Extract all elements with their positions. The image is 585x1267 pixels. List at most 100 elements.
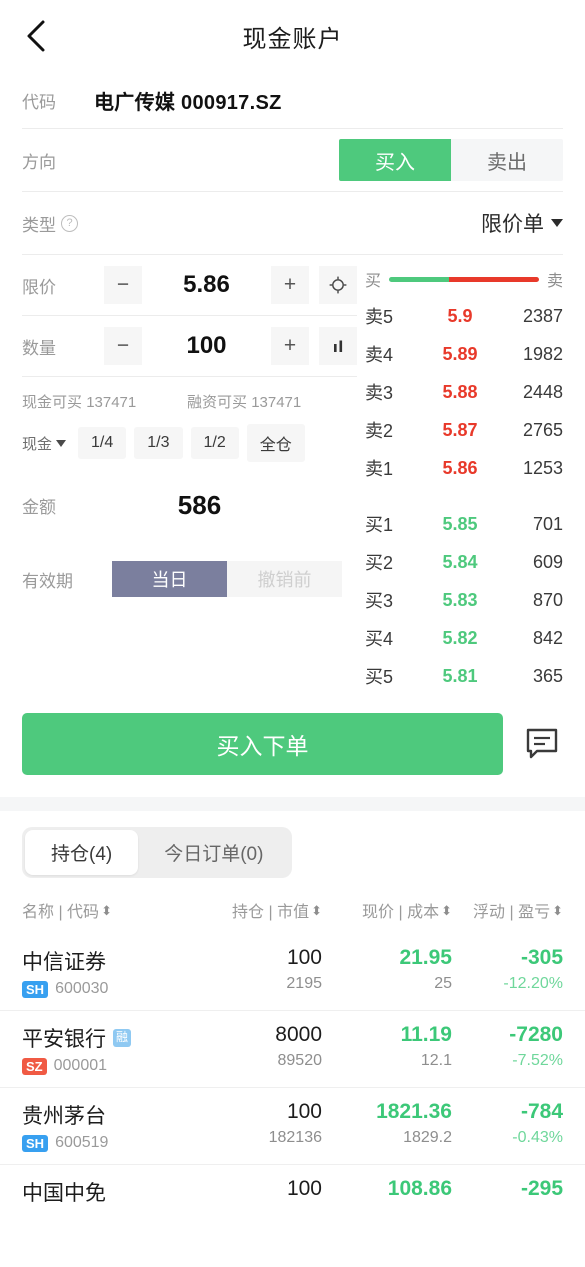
chat-bubble-icon[interactable] [521,723,563,765]
caret-down-icon [56,439,67,447]
quick-third-button[interactable]: 1/3 [134,427,183,459]
direction-sell-tab[interactable]: 卖出 [451,139,563,181]
col-name-code-label: 名称 | 代码 [22,904,100,921]
table-row[interactable]: 贵州茅台 SH 600519 100 182136 1821.36 1829.2… [0,1087,585,1164]
col-name-code[interactable]: 名称 | 代码 ⬍ [22,898,192,922]
holding-market-value: 182136 [268,1129,322,1146]
quick-quarter-button[interactable]: 1/4 [78,427,127,459]
direction-segmented-control: 买入 卖出 [339,139,563,181]
order-book-row[interactable]: 买3 5.83 870 [365,581,563,619]
tab-today-orders[interactable]: 今日订单(0) [138,830,289,875]
exchange-badge: SH [22,1134,49,1152]
holding-code: 600519 [55,1134,109,1151]
order-book-row[interactable]: 买5 5.81 365 [365,657,563,695]
validity-gtc-tab[interactable]: 撤销前 [227,561,342,597]
holding-pnl: -784 [520,1100,563,1123]
order-book-row[interactable]: 卖3 5.88 2448 [365,373,563,411]
bid-volume: 609 [532,551,563,572]
tab-holdings[interactable]: 持仓(4) [25,830,139,875]
ask-price: 5.88 [442,381,478,402]
holding-name: 平安银行 [22,1028,106,1051]
crosshair-target-icon[interactable] [319,266,357,304]
holding-price: 11.19 [400,1023,452,1046]
trade-order-screen: 现金账户 代码 电广传媒 000917.SZ 方向 买入 卖出 类型 ? 限价单… [0,0,585,1267]
amount-label: 金额 [22,497,56,517]
ask-volume: 2765 [522,419,563,440]
bar-chart-icon[interactable] [319,327,357,365]
table-row[interactable]: 中信证券 SH 600030 100 2195 21.95 25 -305 -1… [0,934,585,1010]
quantity-value[interactable]: 100 [142,332,271,360]
ask-volume: 1253 [522,457,563,478]
bid-price: 5.84 [442,551,478,572]
place-buy-order-button[interactable]: 买入下单 [22,713,503,775]
price-increment-button[interactable]: + [271,266,309,304]
order-book-row[interactable]: 卖2 5.87 2765 [365,411,563,449]
bid-tag: 买3 [365,591,394,611]
order-book-header: 买 卖 [365,255,563,297]
holding-position: 8000 [275,1023,322,1046]
chevron-left-icon [27,20,45,52]
bid-tag: 买4 [365,629,394,649]
direction-buy-tab[interactable]: 买入 [339,139,451,181]
holding-pnl: -295 [520,1177,563,1200]
holding-code: 000001 [53,1057,108,1074]
holding-cost: 1829.2 [403,1129,452,1146]
col-position-value[interactable]: 持仓 | 市值 ⬍ [192,898,322,922]
price-value[interactable]: 5.86 [142,271,271,299]
cash-available-label: 现金可买 [22,394,83,411]
question-mark-icon[interactable]: ? [61,214,78,232]
holding-name: 贵州茅台 [22,1105,106,1128]
order-form: 限价 − 5.86 + 数量 − 100 + 现金可买 137471 融资可买 … [0,255,365,695]
account-type-selector[interactable]: 现金 [22,433,67,454]
holding-price: 1821.36 [376,1100,452,1123]
ask-tag: 卖1 [365,459,394,479]
holdings-tabs: 持仓(4) 今日订单(0) [0,811,585,888]
order-and-book: 限价 − 5.86 + 数量 − 100 + 现金可买 137471 融资可买 … [0,255,585,695]
quick-all-button[interactable]: 全仓 [246,424,305,462]
order-type-select[interactable]: 限价单 [481,208,563,238]
order-book-row[interactable]: 卖5 5.9 2387 [365,297,563,335]
holding-pnl: -7280 [509,1023,563,1046]
quick-half-button[interactable]: 1/2 [190,427,239,459]
ask-price: 5.86 [442,457,478,478]
margin-available: 融资可买 137471 [187,391,301,412]
ask-volume: 2387 [522,305,563,326]
order-book-row[interactable]: 卖4 5.89 1982 [365,335,563,373]
holding-name: 中信证券 [22,951,106,974]
sort-updown-icon: ⬍ [311,902,322,918]
bid-volume: 701 [532,513,563,534]
order-book-ratio-bar [389,276,539,282]
bar-chart-glyph [334,340,343,352]
ask-tag: 卖4 [365,345,394,365]
account-type-label: 现金 [22,435,53,453]
limit-price-row: 限价 − 5.86 + [0,255,365,315]
col-price-cost[interactable]: 现价 | 成本 ⬍ [322,898,452,922]
ask-price: 5.89 [442,343,478,364]
bid-volume: 365 [532,665,563,686]
quantity-decrement-button[interactable]: − [104,327,142,365]
validity-today-tab[interactable]: 当日 [112,561,227,597]
order-book-row[interactable]: 买2 5.84 609 [365,543,563,581]
quantity-increment-button[interactable]: + [271,327,309,365]
order-book-row[interactable]: 卖1 5.86 1253 [365,449,563,487]
back-button[interactable] [14,14,58,58]
bid-volume: 870 [532,589,563,610]
holding-cost: 12.1 [420,1052,452,1069]
order-book-row[interactable]: 买4 5.82 842 [365,619,563,657]
ratio-bar-sell-segment [449,276,539,282]
bid-price: 5.81 [442,665,478,686]
ask-price: 5.87 [442,419,478,440]
chat-bubble-glyph [526,728,558,759]
bid-tag: 买5 [365,667,394,687]
col-float-pnl[interactable]: 浮动 | 盈亏 ⬍ [452,898,563,922]
order-book-row[interactable]: 买1 5.85 701 [365,505,563,543]
instrument-row[interactable]: 代码 电广传媒 000917.SZ [0,72,585,128]
price-decrement-button[interactable]: − [104,266,142,304]
table-row[interactable]: 中国中免 100 108.86 -295 [0,1164,585,1219]
ratio-bar-buy-segment [389,276,449,282]
col-position-value-label: 持仓 | 市值 [232,904,310,921]
table-row[interactable]: 平安银行 融 SZ 000001 8000 89520 11.19 12.1 -… [0,1010,585,1087]
page-title: 现金账户 [242,25,343,53]
order-book: 买 卖 卖5 5.9 2387 卖4 5.89 1982 卖3 5.88 244… [365,255,585,695]
holding-cost: 25 [434,975,452,992]
